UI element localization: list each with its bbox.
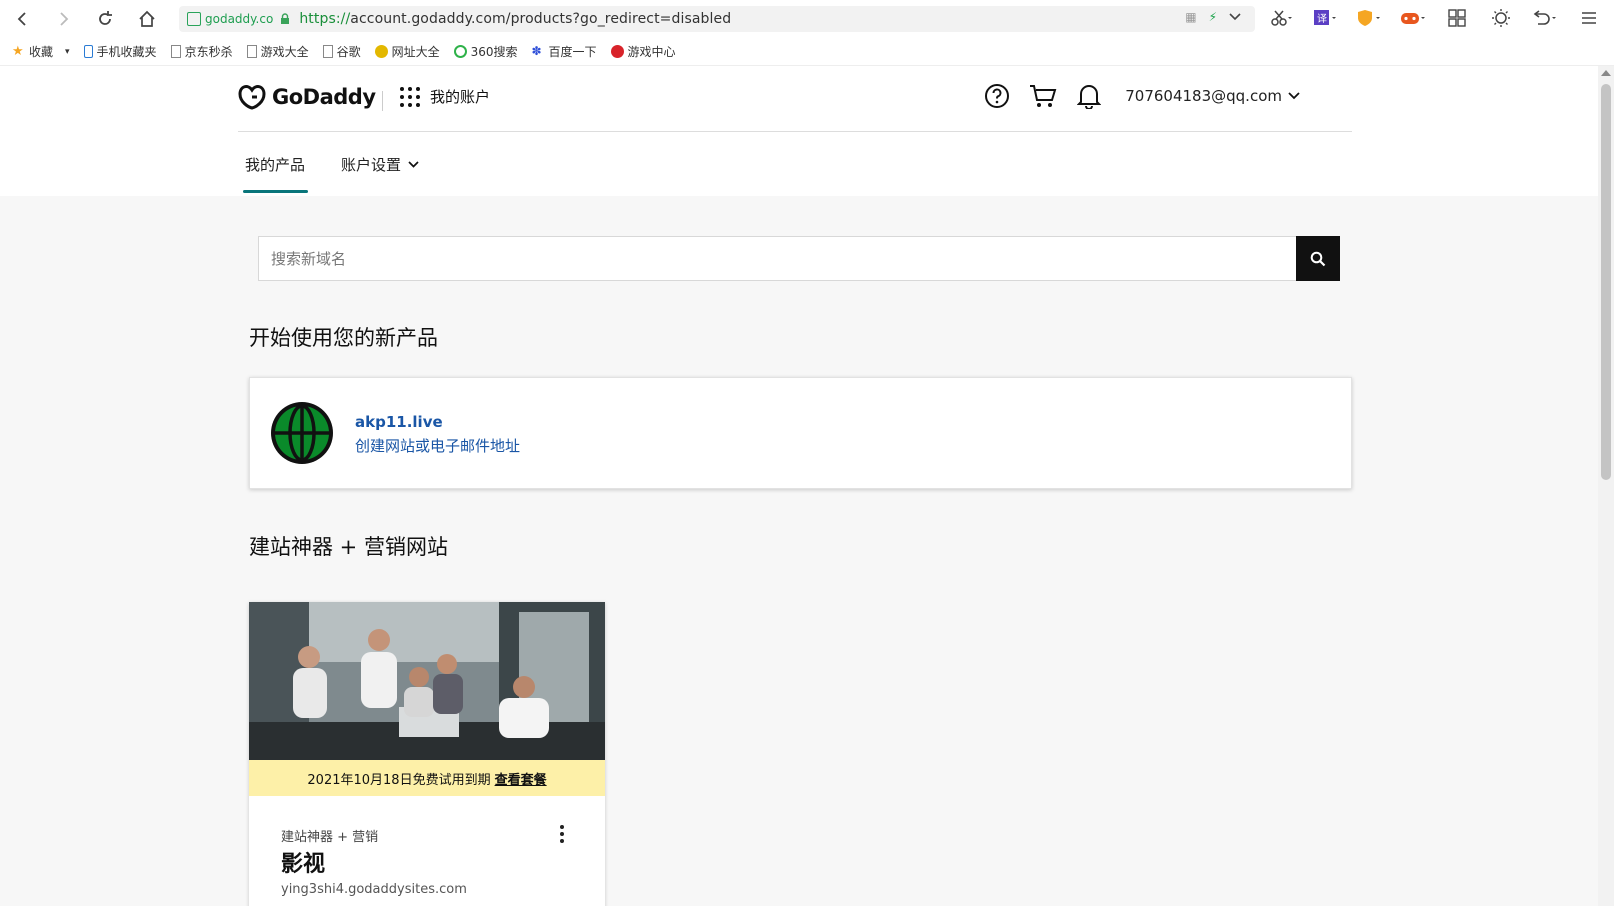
game-icon [610,45,624,58]
bookmark-item[interactable]: 网址大全 [374,43,440,60]
website-card[interactable]: 2021年10月18日免费试用到期 查看套餐 建站神器 + 营销 影视 ying… [249,602,605,906]
domain-search-input[interactable] [259,237,1296,280]
bookmark-label: 手机收藏夹 [96,45,157,59]
menu-icon[interactable] [1574,6,1604,30]
bookmark-item[interactable]: 360搜索 [453,43,518,60]
bookmark-label: 收藏 [29,45,54,59]
browser-toolbar: godaddy.co https://account.godaddy.com/p… [0,0,1614,38]
bookmark-label: 谷歌 [336,45,361,59]
scissors-icon[interactable] [1266,6,1296,30]
globe-icon [271,402,333,464]
bookmarks-bar: ★ 收藏 ▾ 手机收藏夹 京东秒杀 游戏大全 谷歌 网址大全 360搜索 ✽ 百… [0,38,1614,66]
website-url[interactable]: ying3shi4.godaddysites.com [281,882,467,897]
chevron-down-icon [1288,92,1300,100]
bookmark-label: 游戏大全 [260,45,309,59]
undo-icon[interactable] [1530,6,1560,30]
shield-icon[interactable] [1354,6,1384,30]
website-builder-heading: 建站神器 + 营销网站 [249,535,448,559]
tab-my-products-label: 我的产品 [245,156,306,174]
help-icon[interactable] [983,82,1011,110]
search360-icon [453,45,467,58]
chevron-down-icon [408,161,419,168]
header-actions: 707604183@qq.com [983,82,1300,110]
address-bar-actions: ▦ ⚡ [1185,10,1241,24]
bookmark-label: 百度一下 [548,45,597,59]
new-products-heading: 开始使用您的新产品 [249,326,438,350]
domain-search [258,236,1340,281]
bookmark-item[interactable]: 京东秒杀 [170,43,233,60]
forward-icon[interactable] [52,8,74,30]
search-button[interactable] [1296,236,1340,281]
page-scrollbar[interactable] [1598,66,1614,906]
site-favicon-icon [187,12,201,26]
create-site-or-email-link[interactable]: 创建网站或电子邮件地址 [355,435,520,456]
page-icon [322,45,333,58]
bell-icon[interactable] [1075,82,1103,110]
site-chip: godaddy.co [187,12,273,26]
page: GoDaddy 我的账户 707604183@qq.com 我的产品 账户设置 … [0,66,1598,906]
scroll-thumb[interactable] [1601,84,1611,480]
page-icon [170,45,181,58]
back-icon[interactable] [12,8,34,30]
gamepad-icon[interactable] [1398,6,1428,30]
tab-account-settings[interactable]: 账户设置 [341,154,419,175]
my-account-menu[interactable]: 我的账户 [400,86,490,107]
grid-icon[interactable] [1442,6,1472,30]
home-icon[interactable] [136,8,158,30]
godaddy-logo[interactable]: GoDaddy [238,84,376,110]
my-account-label: 我的账户 [430,88,491,106]
header-divider-line [238,131,1352,132]
apps-grid-icon [400,86,420,107]
bookmark-item[interactable]: 游戏大全 [246,43,309,60]
extension-toolbar: 译 [1266,6,1614,30]
active-tab-indicator [243,190,308,193]
bookmark-label: 游戏中心 [627,45,676,59]
site-header: GoDaddy 我的账户 707604183@qq.com 我的产品 账户设置 [0,66,1598,196]
page-icon [246,45,257,58]
domain-product-card[interactable]: akp11.live 创建网站或电子邮件地址 [249,377,1352,489]
trial-expiry-text: 2021年10月18日免费试用到期 [307,772,491,788]
scroll-up-arrow-icon[interactable] [1601,70,1611,76]
user-menu[interactable]: 707604183@qq.com [1125,87,1300,105]
view-plans-link[interactable]: 查看套餐 [495,769,547,788]
website-type-label: 建站神器 + 营销 [281,830,379,845]
website-thumbnail-image [249,602,605,760]
svg-text:译: 译 [1317,13,1327,25]
qr-icon[interactable]: ▦ [1185,10,1196,24]
baidu-icon: ✽ [531,44,542,58]
phone-icon [83,45,93,58]
website-name: 影视 [281,852,326,877]
trial-expiry-banner: 2021年10月18日免费试用到期 查看套餐 [249,760,605,796]
caret-down-icon[interactable]: ▾ [65,47,70,57]
bookmark-item[interactable]: 手机收藏夹 [83,43,157,60]
bookmark-item[interactable]: 谷歌 [322,43,361,60]
header-divider [382,91,383,111]
godaddy-logo-icon [238,85,266,110]
bookmark-item[interactable]: 游戏中心 [610,43,676,60]
logo-text: GoDaddy [272,85,376,109]
web-icon [374,45,388,58]
bookmark-item[interactable]: ★ 收藏 ▾ [12,43,70,60]
bookmark-label: 360搜索 [470,45,518,59]
translate-icon[interactable]: 译 [1310,6,1340,30]
bookmark-item[interactable]: ✽ 百度一下 [532,43,597,60]
user-email: 707604183@qq.com [1125,87,1282,105]
tab-account-settings-label: 账户设置 [341,156,402,174]
reload-icon[interactable] [94,8,116,30]
lightning-icon[interactable]: ⚡ [1209,10,1217,24]
cart-icon[interactable] [1029,82,1057,110]
more-options-icon[interactable] [554,824,570,844]
bookmark-label: 京东秒杀 [184,45,233,59]
search-icon [1310,251,1326,266]
chevron-down-icon[interactable] [1229,10,1241,24]
bookmark-label: 网址大全 [391,45,440,59]
tab-my-products[interactable]: 我的产品 [245,154,305,175]
address-bar[interactable]: godaddy.co https://account.godaddy.com/p… [179,6,1255,32]
star-icon: ★ [12,44,24,59]
lock-icon [281,13,290,24]
url-text: https://account.godaddy.com/products?go_… [299,11,732,27]
brightness-icon[interactable] [1486,6,1516,30]
site-chip-label: godaddy.co [205,12,274,26]
domain-name-link[interactable]: akp11.live [355,413,443,431]
